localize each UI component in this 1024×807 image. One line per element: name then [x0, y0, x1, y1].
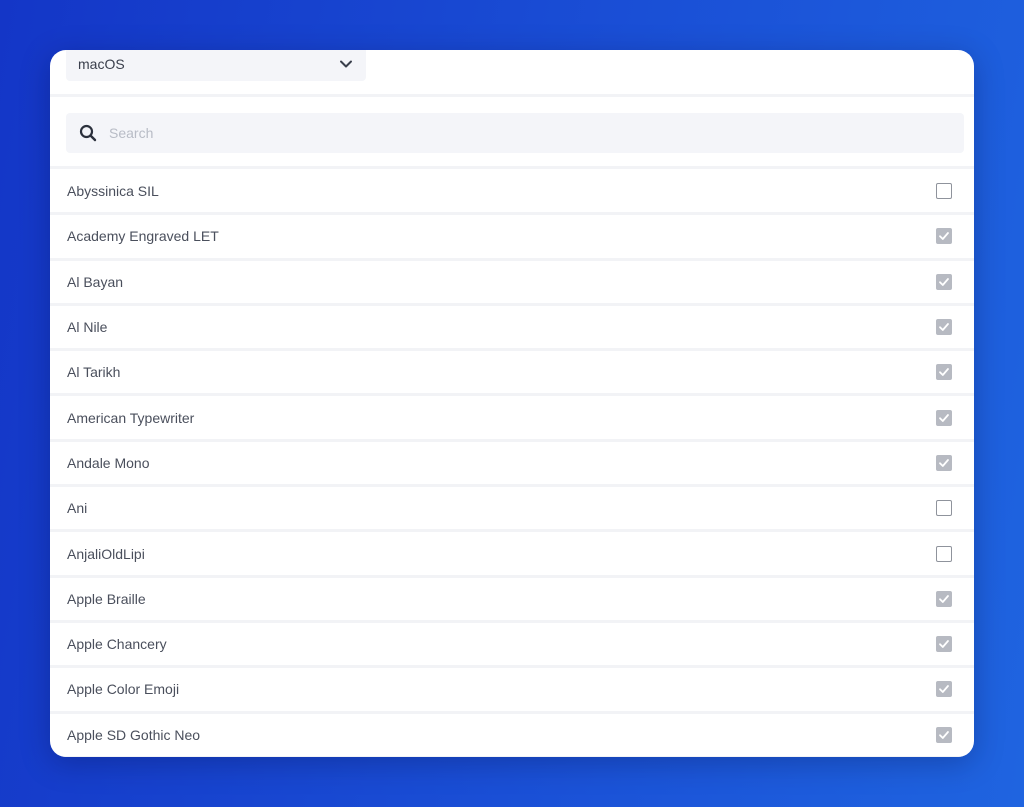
font-name: Al Bayan	[67, 273, 124, 290]
checkbox-checked[interactable]	[936, 228, 952, 245]
search-icon	[79, 124, 97, 142]
search-input[interactable]	[107, 124, 891, 142]
font-name: Apple Braille	[67, 590, 146, 607]
list-item: Al Tarikh	[50, 351, 974, 397]
list-item: Al Nile	[50, 306, 974, 352]
checkbox-checked[interactable]	[936, 273, 952, 290]
list-item: Apple Braille	[50, 578, 974, 623]
os-select-dropdown[interactable]: macOS	[66, 50, 366, 81]
search-divider	[50, 166, 974, 169]
list-item: Academy Engraved LET	[50, 215, 974, 261]
font-name: AnjaliOldLipi	[67, 545, 145, 562]
os-select-value: macOS	[78, 55, 125, 72]
list-item: Apple SD Gothic Neo	[50, 714, 974, 757]
list-item: Andale Mono	[50, 442, 974, 488]
checkmark-icon	[939, 594, 949, 603]
font-name: Ani	[67, 500, 88, 517]
checkbox-unchecked[interactable]	[936, 500, 952, 517]
header-divider	[50, 94, 974, 97]
checkmark-icon	[939, 232, 949, 241]
font-name: Al Tarikh	[67, 364, 121, 381]
checkmark-icon	[939, 685, 949, 694]
checkmark-icon	[939, 413, 949, 422]
checkbox-checked[interactable]	[936, 454, 952, 471]
checkmark-icon	[939, 368, 949, 377]
list-item: Al Bayan	[50, 261, 974, 306]
search-bar	[66, 113, 964, 153]
checkbox-unchecked[interactable]	[936, 545, 952, 562]
checkbox-checked[interactable]	[936, 409, 952, 426]
checkmark-icon	[939, 323, 949, 331]
checkbox-checked[interactable]	[936, 364, 952, 381]
font-name: Abyssinica SIL	[67, 183, 159, 200]
list-item: Abyssinica SIL	[50, 170, 974, 216]
font-name: Al Nile	[67, 319, 108, 336]
font-name: Apple Chancery	[67, 636, 167, 653]
checkbox-checked[interactable]	[936, 590, 952, 607]
checkmark-icon	[939, 459, 949, 467]
checkmark-icon	[939, 640, 949, 649]
font-list: Abyssinica SIL Academy Engraved LET Al Bay…	[50, 170, 974, 757]
list-item: American Typewriter	[50, 396, 974, 442]
list-item: Apple Chancery	[50, 623, 974, 669]
checkmark-icon	[939, 277, 949, 286]
list-item: AnjaliOldLipi	[50, 532, 974, 578]
font-name: Apple SD Gothic Neo	[67, 726, 201, 743]
font-name: Apple Color Emoji	[67, 681, 180, 698]
font-name: Andale Mono	[67, 454, 150, 471]
list-item: Ani	[50, 487, 974, 533]
checkbox-checked[interactable]	[936, 636, 952, 653]
font-panel: macOS Abyssinica SIL Academy Engraved LET…	[50, 50, 974, 757]
checkbox-checked[interactable]	[936, 681, 952, 698]
checkmark-icon	[939, 730, 949, 739]
chevron-down-icon	[340, 60, 352, 67]
font-name: American Typewriter	[67, 409, 195, 426]
checkbox-unchecked[interactable]	[936, 183, 952, 200]
checkbox-checked[interactable]	[936, 319, 952, 336]
font-name: Academy Engraved LET	[67, 228, 219, 245]
list-item: Apple Color Emoji	[50, 668, 974, 714]
checkbox-checked[interactable]	[936, 726, 952, 743]
